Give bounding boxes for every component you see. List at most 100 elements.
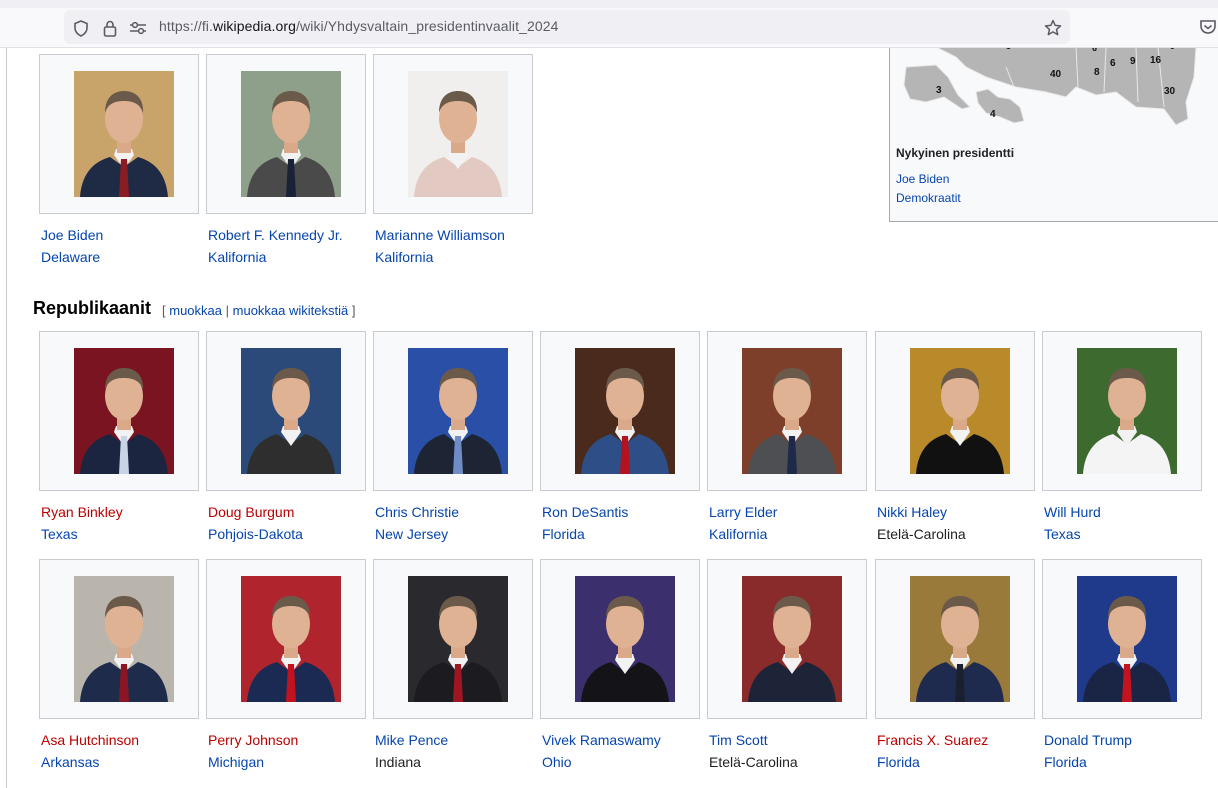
url-text[interactable]: https://fi.wikipedia.org/wiki/Yhdysvalta… bbox=[159, 18, 559, 34]
candidate-name-link[interactable]: Perry Johnson bbox=[208, 732, 298, 748]
candidate-portrait[interactable] bbox=[408, 348, 508, 474]
candidate-name-link[interactable]: Vivek Ramaswamy bbox=[542, 732, 661, 748]
candidate-state[interactable]: Florida bbox=[1044, 754, 1087, 770]
candidate-photo-frame[interactable] bbox=[373, 54, 533, 214]
candidate-state[interactable]: Kalifornia bbox=[375, 249, 433, 265]
map-number: 6 bbox=[1092, 48, 1097, 53]
infobox: 3 6 9 40 8 6 9 16 3 4 30 Nykyinen presid… bbox=[889, 48, 1218, 222]
candidate-portrait[interactable] bbox=[742, 348, 842, 474]
content-border bbox=[6, 48, 7, 788]
president-party-link[interactable]: Demokraatit bbox=[896, 191, 961, 205]
candidate-portrait[interactable] bbox=[408, 576, 508, 702]
candidate-portrait[interactable] bbox=[74, 348, 174, 474]
separator: | bbox=[225, 303, 230, 318]
candidate-portrait[interactable] bbox=[74, 71, 174, 197]
edit-link[interactable]: muokkaa bbox=[169, 303, 222, 318]
section-heading-republicans: Republikaanit bbox=[33, 298, 152, 318]
candidate-photo-frame[interactable] bbox=[39, 559, 199, 719]
candidate-portrait[interactable] bbox=[910, 348, 1010, 474]
candidate-portrait[interactable] bbox=[408, 71, 508, 197]
shield-icon[interactable] bbox=[72, 19, 90, 37]
candidate-photo-frame[interactable] bbox=[206, 54, 366, 214]
permissions-icon[interactable] bbox=[129, 19, 147, 37]
candidate-portrait[interactable] bbox=[241, 71, 341, 197]
candidate-state[interactable]: Delaware bbox=[41, 249, 100, 265]
candidate-photo-frame[interactable] bbox=[707, 559, 867, 719]
electoral-map[interactable]: 3 6 9 40 8 6 9 16 3 4 30 bbox=[896, 48, 1216, 135]
candidate-state[interactable]: New Jersey bbox=[375, 526, 448, 542]
candidate-state: Etelä-Carolina bbox=[877, 526, 966, 542]
candidate-state[interactable]: Kalifornia bbox=[208, 249, 266, 265]
url-domain: wikipedia.org bbox=[213, 18, 297, 34]
candidate-name-link[interactable]: Marianne Williamson bbox=[375, 227, 505, 243]
candidate-photo-frame[interactable] bbox=[373, 331, 533, 491]
map-number: 4 bbox=[990, 109, 996, 120]
navigation-toolbar: https://fi.wikipedia.org/wiki/Yhdysvalta… bbox=[0, 8, 1218, 48]
lock-icon[interactable] bbox=[101, 19, 119, 37]
candidate-state[interactable]: Florida bbox=[877, 754, 920, 770]
candidate-name-link[interactable]: Donald Trump bbox=[1044, 732, 1132, 748]
candidate-name-link[interactable]: Doug Burgum bbox=[208, 504, 294, 520]
candidate-name-link[interactable]: Larry Elder bbox=[709, 504, 777, 520]
candidate-state[interactable]: Kalifornia bbox=[709, 526, 767, 542]
candidate-portrait[interactable] bbox=[1077, 576, 1177, 702]
candidate-state[interactable]: Florida bbox=[542, 526, 585, 542]
candidate-name-link[interactable]: Francis X. Suarez bbox=[877, 732, 988, 748]
map-number: 40 bbox=[1050, 69, 1062, 80]
candidate-name-link[interactable]: Asa Hutchinson bbox=[41, 732, 139, 748]
url-prefix: https://fi. bbox=[159, 18, 214, 34]
candidate-photo-frame[interactable] bbox=[39, 54, 199, 214]
map-number: 3 bbox=[1006, 48, 1011, 51]
candidate-portrait[interactable] bbox=[575, 348, 675, 474]
candidate-photo-frame[interactable] bbox=[206, 559, 366, 719]
candidate-portrait[interactable] bbox=[575, 576, 675, 702]
candidate-portrait[interactable] bbox=[241, 576, 341, 702]
candidate-name-link[interactable]: Chris Christie bbox=[375, 504, 459, 520]
candidate-portrait[interactable] bbox=[910, 576, 1010, 702]
candidate-photo-frame[interactable] bbox=[1042, 331, 1202, 491]
candidate-state: Indiana bbox=[375, 754, 421, 770]
candidate-photo-frame[interactable] bbox=[39, 331, 199, 491]
address-bar[interactable]: https://fi.wikipedia.org/wiki/Yhdysvalta… bbox=[64, 10, 1070, 44]
bookmark-star-icon[interactable] bbox=[1044, 19, 1062, 37]
candidate-name-link[interactable]: Nikki Haley bbox=[877, 504, 947, 520]
candidate-name-link[interactable]: Joe Biden bbox=[41, 227, 103, 243]
candidate-photo-frame[interactable] bbox=[540, 331, 700, 491]
map-number: 9 bbox=[1130, 56, 1136, 67]
map-number: 16 bbox=[1150, 55, 1162, 66]
map-number: 3 bbox=[936, 85, 942, 96]
section-edit-links: [ muokkaa | muokkaa wikitekstiä ] bbox=[162, 303, 356, 318]
candidate-photo-frame[interactable] bbox=[707, 331, 867, 491]
map-number: 30 bbox=[1164, 86, 1176, 97]
current-president-heading: Nykyinen presidentti bbox=[896, 146, 1015, 160]
candidate-photo-frame[interactable] bbox=[875, 559, 1035, 719]
bracket: ] bbox=[351, 303, 356, 318]
pocket-icon[interactable] bbox=[1198, 17, 1218, 37]
candidate-photo-frame[interactable] bbox=[1042, 559, 1202, 719]
candidate-photo-frame[interactable] bbox=[373, 559, 533, 719]
map-number: 9 bbox=[1170, 48, 1175, 51]
candidate-name-link[interactable]: Tim Scott bbox=[709, 732, 768, 748]
url-path: /wiki/Yhdysvaltain_presidentinvaalit_202… bbox=[296, 18, 559, 34]
president-name-link[interactable]: Joe Biden bbox=[896, 172, 949, 186]
candidate-portrait[interactable] bbox=[742, 576, 842, 702]
candidate-photo-frame[interactable] bbox=[540, 559, 700, 719]
candidate-name-link[interactable]: Ron DeSantis bbox=[542, 504, 628, 520]
candidate-state[interactable]: Ohio bbox=[542, 754, 572, 770]
candidate-state[interactable]: Michigan bbox=[208, 754, 264, 770]
candidate-state[interactable]: Pohjois-Dakota bbox=[208, 526, 303, 542]
candidate-portrait[interactable] bbox=[74, 576, 174, 702]
candidate-portrait[interactable] bbox=[1077, 348, 1177, 474]
candidate-state[interactable]: Texas bbox=[41, 526, 78, 542]
candidate-photo-frame[interactable] bbox=[875, 331, 1035, 491]
candidate-name-link[interactable]: Mike Pence bbox=[375, 732, 448, 748]
candidate-name-link[interactable]: Ryan Binkley bbox=[41, 504, 123, 520]
candidate-photo-frame[interactable] bbox=[206, 331, 366, 491]
candidate-state[interactable]: Arkansas bbox=[41, 754, 99, 770]
edit-source-link[interactable]: muokkaa wikitekstiä bbox=[233, 303, 349, 318]
bracket: [ bbox=[162, 303, 166, 318]
candidate-name-link[interactable]: Will Hurd bbox=[1044, 504, 1101, 520]
candidate-state[interactable]: Texas bbox=[1044, 526, 1081, 542]
candidate-name-link[interactable]: Robert F. Kennedy Jr. bbox=[208, 227, 343, 243]
candidate-portrait[interactable] bbox=[241, 348, 341, 474]
